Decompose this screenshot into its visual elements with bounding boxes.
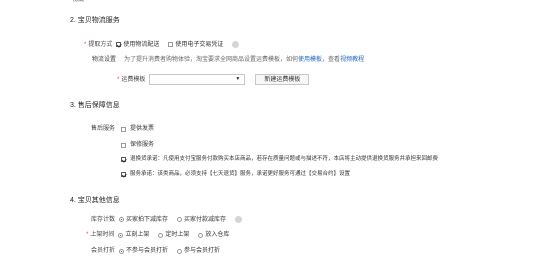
checkbox-return-promise[interactable] [121, 157, 126, 163]
checkbox-evoucher[interactable] [168, 42, 174, 47]
service-item-return-promise[interactable]: 退换货承诺：凡使用支付宝服务付款购买本店商品，若存在质量问题或与描述不符，本店将… [121, 156, 438, 163]
section-title-other-info: 4. 宝贝其他信息 [70, 197, 120, 204]
member-discount-label: 会员打折 [91, 248, 116, 254]
pickup-method-row: * 提取方式 使用物流配送 使用电子交易凭证 [84, 41, 240, 48]
listing-option-now[interactable]: 立刻上架 [118, 232, 149, 238]
checkbox-logistics[interactable] [116, 42, 122, 47]
stock-count-row: 库存计数 买家拍下减库存 买家付款减库存 [91, 216, 243, 223]
shipping-setting-row: 物流设置 为了提升消费者购物体验，淘宝要求全网商品设置运费模板，如何使用模板，查… [92, 57, 364, 63]
checkbox-invoice[interactable] [121, 126, 126, 132]
section-title-after-sales: 3. 售后保障信息 [70, 102, 120, 109]
radio-no-discount[interactable] [119, 248, 125, 254]
shipping-setting-label: 物流设置 [92, 57, 117, 63]
service-item-warranty[interactable]: 保修服务 [121, 142, 154, 148]
listing-option-warehouse[interactable]: 放入仓库 [198, 232, 229, 238]
listing-time-row: * 上架时间 立刻上架 定时上架 放入仓库 [86, 232, 234, 238]
stock-option-on-order[interactable]: 买家拍下减库存 [119, 217, 168, 223]
radio-list-now[interactable] [118, 232, 124, 238]
video-tutorial-link[interactable]: 视频教程 [340, 57, 364, 63]
required-mark: * [117, 76, 120, 83]
radio-list-scheduled[interactable] [158, 232, 164, 238]
help-icon[interactable] [232, 41, 240, 48]
checkbox-service-promise[interactable] [121, 172, 126, 178]
shipping-template-select[interactable]: ▼ [149, 74, 246, 85]
use-template-link[interactable]: 使用模板 [298, 57, 322, 63]
required-mark: * [84, 41, 87, 48]
checkbox-warranty[interactable] [121, 142, 126, 148]
member-option-no[interactable]: 不参与会员打折 [119, 248, 168, 254]
service-item-service-promise[interactable]: 服务承诺：该类商品，必须支持【七天退货】服务，承诺更好服务可通过【交易合约】设置 [121, 171, 350, 178]
radio-discount[interactable] [177, 248, 183, 254]
stock-count-label: 库存计数 [91, 216, 116, 223]
pickup-method-label: * 提取方式 [84, 41, 113, 48]
chevron-down-icon: ▼ [235, 76, 241, 82]
shipping-template-label: * 运费模板 [117, 76, 146, 83]
member-discount-row: 会员打折 不参与会员打折 参与会员打折 [91, 248, 225, 254]
radio-on-order[interactable] [119, 217, 125, 222]
top-cut-text: 物流 [72, 0, 85, 3]
pickup-option-evoucher[interactable]: 使用电子交易凭证 [168, 42, 223, 48]
stock-option-on-payment[interactable]: 买家付款减库存 [177, 217, 226, 223]
new-shipping-template-button[interactable]: 新建运费模板 [255, 74, 310, 85]
shipping-template-row: * 运费模板 ▼ 新建运费模板 [117, 74, 310, 85]
after-sales-service-label: 售后服务 [91, 126, 116, 132]
required-mark: * [86, 232, 89, 238]
shipping-setting-note: 为了提升消费者购物体验，淘宝要求全网商品设置运费模板，如何使用模板，查看视频教程 [124, 57, 365, 63]
listing-option-scheduled[interactable]: 定时上架 [158, 232, 189, 238]
section-title-logistics: 2. 宝贝物流服务 [70, 17, 120, 24]
listing-time-label: * 上架时间 [86, 232, 115, 238]
help-icon[interactable] [235, 216, 243, 223]
radio-on-payment[interactable] [177, 217, 183, 222]
member-option-yes[interactable]: 参与会员打折 [177, 248, 220, 254]
pickup-option-logistics[interactable]: 使用物流配送 [116, 42, 159, 48]
radio-warehouse[interactable] [198, 232, 204, 238]
service-item-invoice[interactable]: 提供发票 [121, 126, 154, 132]
